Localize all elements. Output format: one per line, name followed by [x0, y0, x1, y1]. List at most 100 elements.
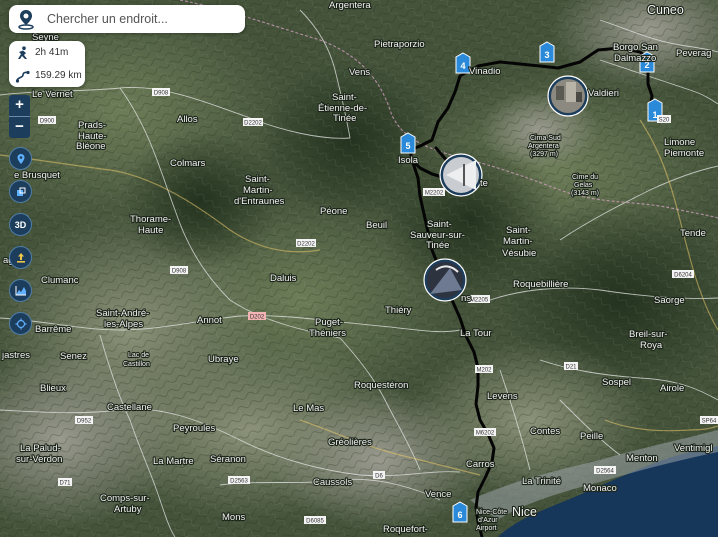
svg-text:Saint-André-: Saint-André-: [96, 308, 149, 319]
hiker-icon: [18, 45, 27, 59]
svg-text:Castellane: Castellane: [107, 402, 152, 413]
map-toolbar: + − 3D: [9, 95, 32, 335]
zoom-in-button[interactable]: +: [9, 95, 30, 116]
svg-text:Saint-: Saint-: [427, 219, 452, 230]
svg-text:6: 6: [457, 510, 462, 520]
map-pin-icon: [17, 153, 24, 164]
svg-text:La Palud-: La Palud-: [20, 443, 61, 454]
svg-text:Vens: Vens: [349, 67, 370, 78]
waypoint-marker-3[interactable]: 3: [539, 41, 555, 63]
svg-text:Roquestéron: Roquestéron: [354, 380, 408, 391]
svg-text:1: 1: [652, 110, 657, 120]
svg-text:D908: D908: [172, 269, 187, 275]
svg-text:sur-Verdon: sur-Verdon: [16, 454, 62, 465]
svg-text:5: 5: [405, 141, 410, 151]
svg-text:Menton: Menton: [626, 453, 658, 464]
svg-text:Thiéry: Thiéry: [385, 305, 412, 316]
svg-text:Vinadio: Vinadio: [469, 66, 501, 77]
elevation-chart-icon: [15, 285, 26, 295]
svg-text:Bléone: Bléone: [76, 141, 106, 152]
svg-text:D6085: D6085: [306, 519, 324, 525]
svg-text:D900: D900: [40, 119, 55, 125]
svg-text:D6204: D6204: [674, 273, 692, 279]
svg-text:Peille: Peille: [580, 431, 603, 442]
terrain-map[interactable]: 1 2 3 4 5 6 D908 D900 D2202 D2202 D908 D…: [0, 0, 718, 537]
svg-text:Ventimigl: Ventimigl: [674, 443, 713, 454]
svg-text:Le Vernet: Le Vernet: [32, 89, 73, 100]
svg-text:Valdieri: Valdieri: [588, 88, 619, 99]
search-bar[interactable]: [9, 5, 245, 33]
duration-row: 2h 41m: [9, 41, 85, 64]
svg-text:Airport: Airport: [476, 525, 497, 532]
distance-row: 159.29 km: [9, 64, 85, 87]
svg-text:Ubraye: Ubraye: [208, 354, 239, 365]
zoom-out-button[interactable]: −: [9, 117, 30, 138]
svg-text:Caussols: Caussols: [313, 477, 352, 488]
layers-icon: [16, 187, 25, 196]
svg-text:D2202: D2202: [297, 242, 315, 248]
svg-text:(3297 m): (3297 m): [530, 151, 558, 158]
svg-text:Monaco: Monaco: [583, 483, 617, 494]
search-input[interactable]: [45, 11, 239, 27]
svg-text:D21: D21: [565, 365, 577, 371]
locate-me-button[interactable]: [9, 312, 32, 335]
svg-text:Saint-: Saint-: [506, 225, 531, 236]
upload-icon: [16, 252, 25, 263]
svg-text:Carros: Carros: [466, 459, 495, 470]
svg-text:Peverag: Peverag: [676, 48, 711, 59]
svg-text:Blieux: Blieux: [40, 383, 66, 394]
svg-text:D2564: D2564: [596, 469, 614, 475]
svg-text:jastres: jastres: [1, 350, 30, 361]
svg-text:Nice-Côte: Nice-Côte: [476, 509, 507, 516]
waypoint-marker-4[interactable]: 4: [455, 52, 471, 74]
elevation-profile-button[interactable]: [9, 279, 32, 302]
svg-text:te: te: [480, 178, 488, 189]
svg-text:Prads-: Prads-: [78, 120, 106, 131]
svg-text:Roya: Roya: [640, 340, 663, 351]
svg-text:4: 4: [460, 61, 465, 71]
svg-text:Saint-: Saint-: [332, 92, 357, 103]
svg-text:Barrême: Barrême: [35, 324, 71, 335]
svg-text:d'Entraunes: d'Entraunes: [234, 196, 285, 207]
photo-marker[interactable]: [423, 258, 467, 302]
svg-text:Vence: Vence: [425, 489, 451, 500]
svg-text:Borgo San: Borgo San: [613, 42, 658, 53]
svg-text:3: 3: [544, 50, 549, 60]
zoom-control: + −: [9, 95, 30, 138]
svg-text:Roquebillière: Roquebillière: [513, 279, 568, 290]
3d-view-button[interactable]: 3D: [9, 213, 32, 236]
svg-text:Pietraporzio: Pietraporzio: [374, 39, 425, 50]
svg-text:Nice: Nice: [512, 505, 537, 519]
layers-button[interactable]: [9, 180, 32, 203]
svg-text:Gelas: Gelas: [574, 182, 593, 189]
route-stats-panel: 2h 41m 159.29 km: [9, 41, 85, 87]
svg-text:Argentera: Argentera: [528, 143, 559, 150]
svg-text:M2202: M2202: [425, 191, 444, 197]
add-point-button[interactable]: [9, 147, 32, 170]
svg-text:Piemonte: Piemonte: [664, 148, 704, 159]
svg-text:M202: M202: [476, 368, 492, 374]
upload-button[interactable]: [9, 246, 32, 269]
svg-text:Comps-sur-: Comps-sur-: [100, 493, 150, 504]
svg-text:Allos: Allos: [177, 114, 198, 125]
svg-text:La Tour: La Tour: [460, 328, 492, 339]
photo-marker[interactable]: [547, 75, 589, 117]
svg-text:Le Mas: Le Mas: [293, 403, 324, 414]
svg-text:Tinée: Tinée: [333, 113, 356, 124]
waypoint-marker-5[interactable]: 5: [400, 132, 416, 154]
svg-text:La Martre: La Martre: [153, 456, 194, 467]
waypoint-marker-6[interactable]: 6: [452, 501, 468, 523]
svg-text:Limone: Limone: [664, 137, 695, 148]
svg-text:Clumanc: Clumanc: [41, 275, 79, 286]
distance-value: 159.29 km: [35, 70, 82, 81]
svg-text:les-Alpes: les-Alpes: [104, 319, 143, 330]
svg-text:D2563: D2563: [230, 479, 248, 485]
svg-text:Roquefort-: Roquefort-: [383, 524, 428, 535]
svg-text:Sospel: Sospel: [602, 377, 631, 388]
photo-marker[interactable]: [439, 153, 483, 197]
svg-text:SP64: SP64: [702, 419, 717, 425]
svg-text:Thorame-: Thorame-: [130, 214, 171, 225]
svg-text:D952: D952: [77, 419, 92, 425]
svg-text:Théniers: Théniers: [309, 328, 346, 339]
svg-text:D71: D71: [59, 481, 71, 487]
